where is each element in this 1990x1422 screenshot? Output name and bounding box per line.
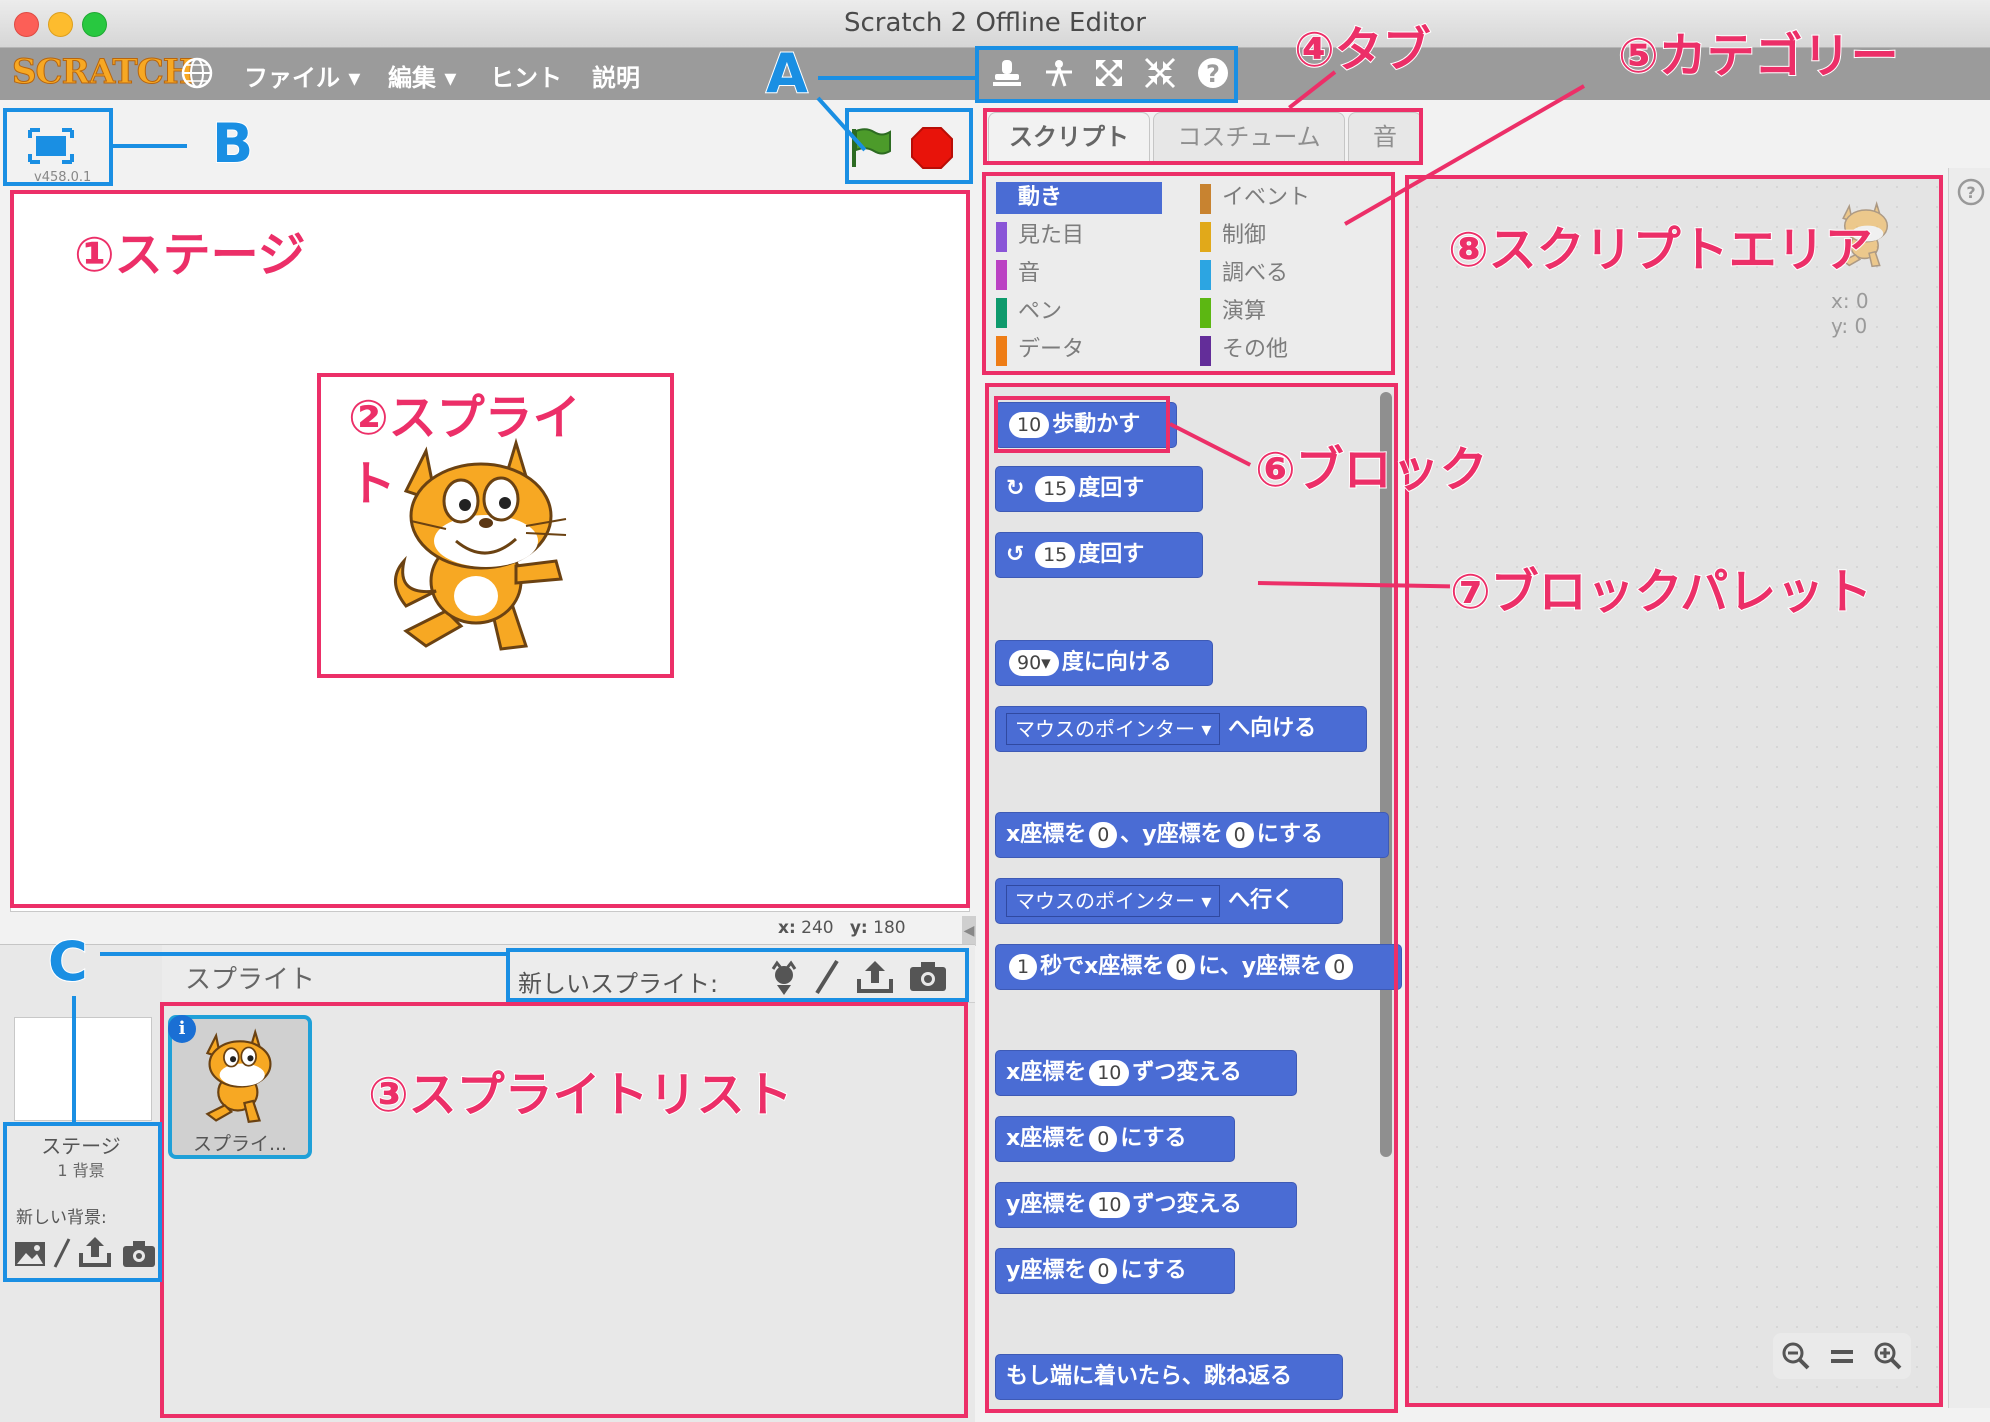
annotation-box-script-area bbox=[1405, 175, 1943, 1407]
menu-edit[interactable]: 編集 ▾ bbox=[388, 58, 456, 93]
annotation-script-area: ⑧スクリプトエリア bbox=[1447, 221, 1874, 279]
annotation-box-B bbox=[3, 108, 113, 186]
collapse-stage-button[interactable]: ◀ bbox=[962, 916, 976, 946]
annotation-line-C2 bbox=[72, 996, 76, 1122]
annotation-box-A bbox=[975, 46, 1238, 103]
y-coord-label: y: bbox=[849, 918, 868, 938]
menu-tips[interactable]: ヒント bbox=[490, 58, 562, 93]
help-tips-icon[interactable]: ? bbox=[1957, 178, 1985, 206]
annotation-box-C bbox=[506, 948, 969, 1002]
annotation-line-C bbox=[100, 952, 506, 956]
x-coord-value: 240 bbox=[801, 918, 834, 938]
menu-about[interactable]: 説明 bbox=[592, 58, 640, 93]
menu-file[interactable]: ファイル ▾ bbox=[244, 58, 360, 93]
annotation-box-C2 bbox=[3, 1122, 162, 1282]
svg-text:?: ? bbox=[1966, 183, 1975, 202]
annotation-box-categories bbox=[982, 172, 1395, 375]
annotation-tabs: ④タブ bbox=[1293, 21, 1432, 79]
annotation-sprite-list: ③スプライトリスト bbox=[367, 1066, 794, 1124]
annotation-stage: ①ステージ bbox=[73, 226, 307, 284]
annotation-box-palette bbox=[985, 383, 1398, 1413]
scratch-logo[interactable]: SCRATCH bbox=[12, 52, 196, 93]
stage-thumbnail[interactable] bbox=[14, 1017, 152, 1121]
annotation-palette: ⑦ブロックパレット bbox=[1449, 563, 1873, 621]
annotation-sprite: ②スプライト bbox=[347, 389, 582, 513]
y-coord-value: 180 bbox=[873, 918, 906, 938]
sprite-panel-title: スプライト bbox=[185, 965, 316, 995]
annotation-label-A: A bbox=[765, 41, 809, 106]
annotation-label-C: C bbox=[47, 929, 89, 994]
annotation-categories: ⑤カテゴリー bbox=[1617, 27, 1900, 85]
help-panel-strip: ? bbox=[1948, 168, 1990, 1408]
x-coord-label: x: bbox=[778, 918, 796, 938]
stage-coords: x: 240 y: 180 bbox=[778, 918, 906, 938]
annotation-block: ⑥ブロック bbox=[1254, 441, 1489, 499]
language-globe-icon[interactable] bbox=[180, 56, 214, 96]
annotation-line-B bbox=[113, 144, 187, 148]
annotation-label-B: B bbox=[211, 111, 254, 176]
annotation-box-tabs bbox=[983, 108, 1423, 165]
annotation-line-A bbox=[818, 76, 976, 80]
